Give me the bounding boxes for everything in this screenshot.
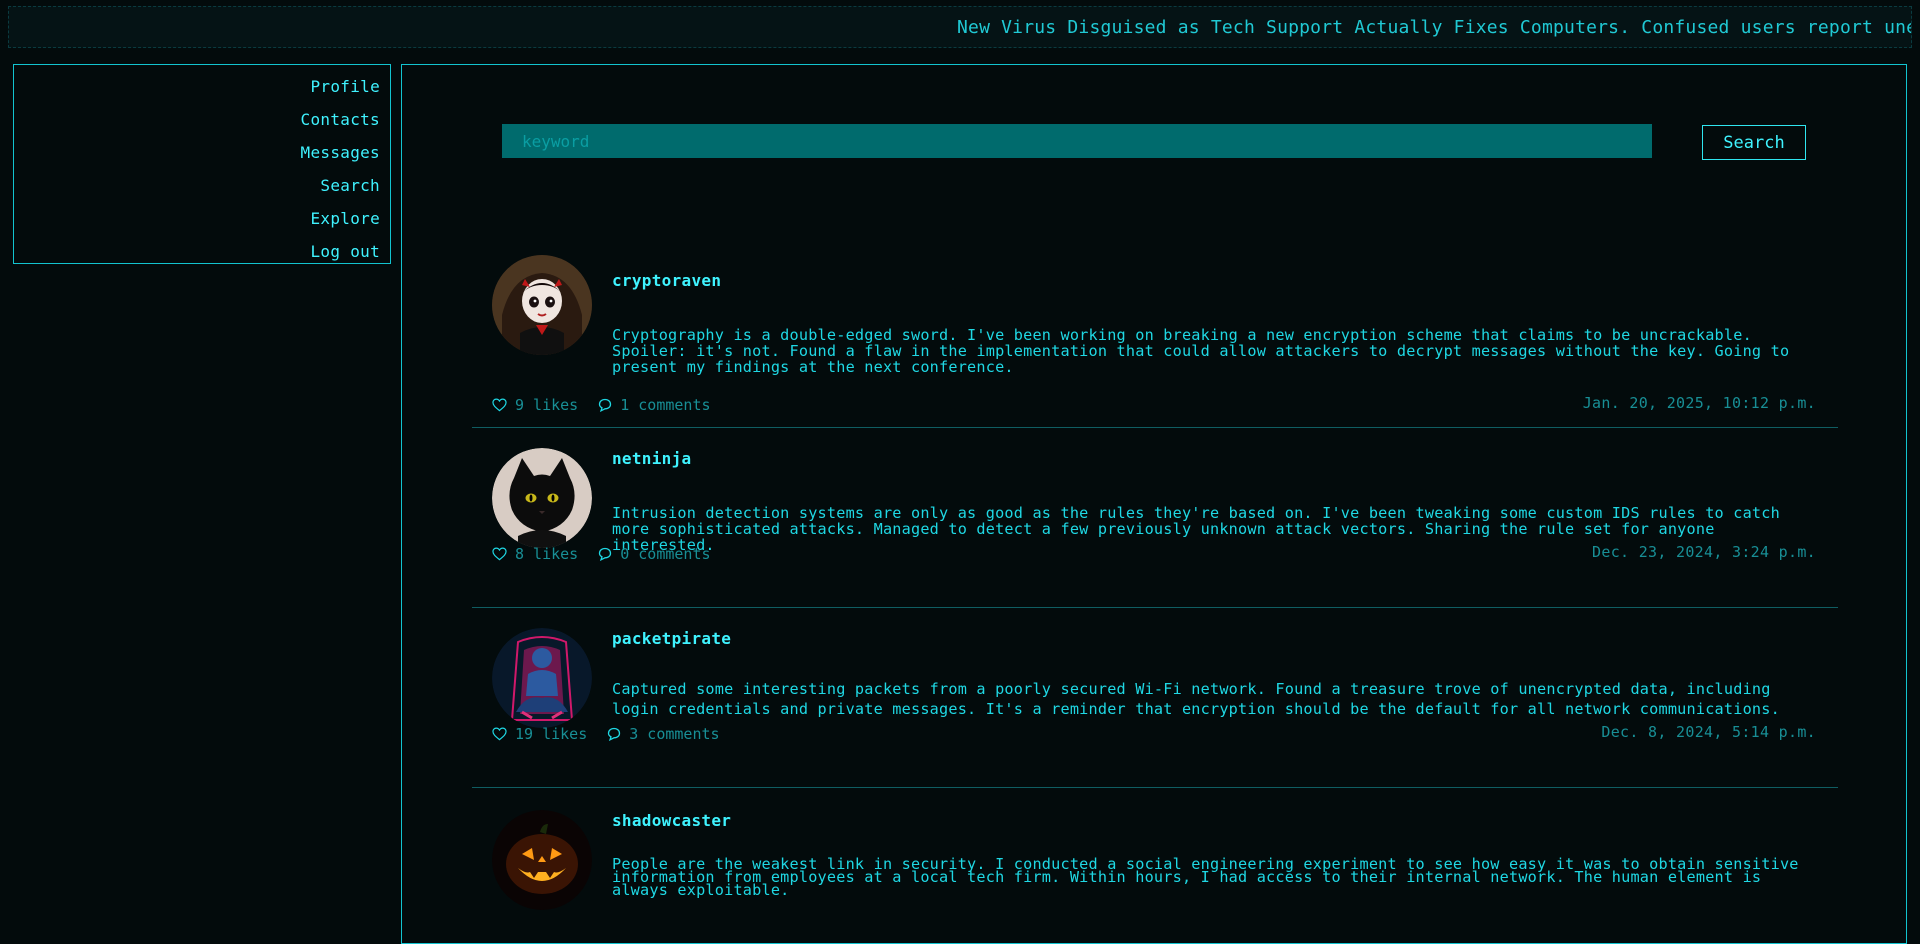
- post-meta: 8 likes 0 comments: [492, 545, 731, 563]
- post-content: Captured some interesting packets from a…: [612, 680, 1780, 718]
- main-panel: Search: [401, 64, 1907, 944]
- doll-avatar-icon[interactable]: [492, 255, 592, 355]
- post-timestamp: Dec. 8, 2024, 5:14 p.m.: [1601, 723, 1816, 741]
- ticker-text: New Virus Disguised as Tech Support Actu…: [957, 17, 1912, 38]
- comments-count[interactable]: 0 comments: [620, 545, 710, 563]
- heart-icon[interactable]: [492, 547, 507, 561]
- post-username[interactable]: packetpirate: [612, 629, 731, 648]
- comment-icon[interactable]: [598, 547, 612, 561]
- post-feed: cryptoraven Cryptography is a double-edg…: [472, 245, 1838, 943]
- heart-icon[interactable]: [492, 727, 507, 741]
- sidebar-item-messages[interactable]: Messages: [14, 136, 380, 169]
- black-cat-avatar-icon[interactable]: [492, 448, 592, 548]
- post-content: People are the weakest link in security.…: [612, 855, 1799, 899]
- jack-o-lantern-avatar-icon[interactable]: [492, 810, 592, 910]
- search-input[interactable]: [502, 124, 1652, 158]
- news-ticker: New Virus Disguised as Tech Support Actu…: [8, 6, 1912, 48]
- post-item: cryptoraven Cryptography is a double-edg…: [472, 245, 1838, 428]
- comments-count[interactable]: 1 comments: [620, 396, 710, 414]
- post-item: shadowcaster People are the weakest link…: [472, 788, 1838, 943]
- likes-count: 9 likes: [515, 396, 579, 414]
- hacker-avatar-icon[interactable]: [492, 628, 592, 728]
- post-username[interactable]: cryptoraven: [612, 271, 721, 290]
- sidebar-item-profile[interactable]: Profile: [14, 70, 380, 103]
- likes-count: 8 likes: [515, 545, 579, 563]
- post-item: netninja Intrusion detection systems are…: [472, 428, 1838, 608]
- sidebar-item-logout[interactable]: Log out: [14, 235, 380, 268]
- sidebar-item-contacts[interactable]: Contacts: [14, 103, 380, 136]
- comment-icon[interactable]: [598, 398, 612, 412]
- comment-icon[interactable]: [607, 727, 621, 741]
- post-content: Cryptography is a double-edged sword. I'…: [612, 326, 1790, 376]
- post-timestamp: Dec. 23, 2024, 3:24 p.m.: [1592, 543, 1816, 561]
- comments-count[interactable]: 3 comments: [629, 725, 719, 743]
- heart-icon[interactable]: [492, 398, 507, 412]
- post-username[interactable]: netninja: [612, 449, 691, 468]
- likes-count: 19 likes: [515, 725, 588, 743]
- post-item: packetpirate Captured some interesting p…: [472, 608, 1838, 788]
- sidebar-item-search[interactable]: Search: [14, 169, 380, 202]
- post-meta: 9 likes 1 comments: [492, 396, 731, 414]
- post-username[interactable]: shadowcaster: [612, 811, 731, 830]
- sidebar-nav: Profile Contacts Messages Search Explore…: [13, 64, 391, 264]
- post-meta: 19 likes 3 comments: [492, 725, 740, 743]
- post-timestamp: Jan. 20, 2025, 10:12 p.m.: [1582, 394, 1816, 412]
- search-button[interactable]: Search: [1702, 125, 1806, 160]
- sidebar-item-explore[interactable]: Explore: [14, 202, 380, 235]
